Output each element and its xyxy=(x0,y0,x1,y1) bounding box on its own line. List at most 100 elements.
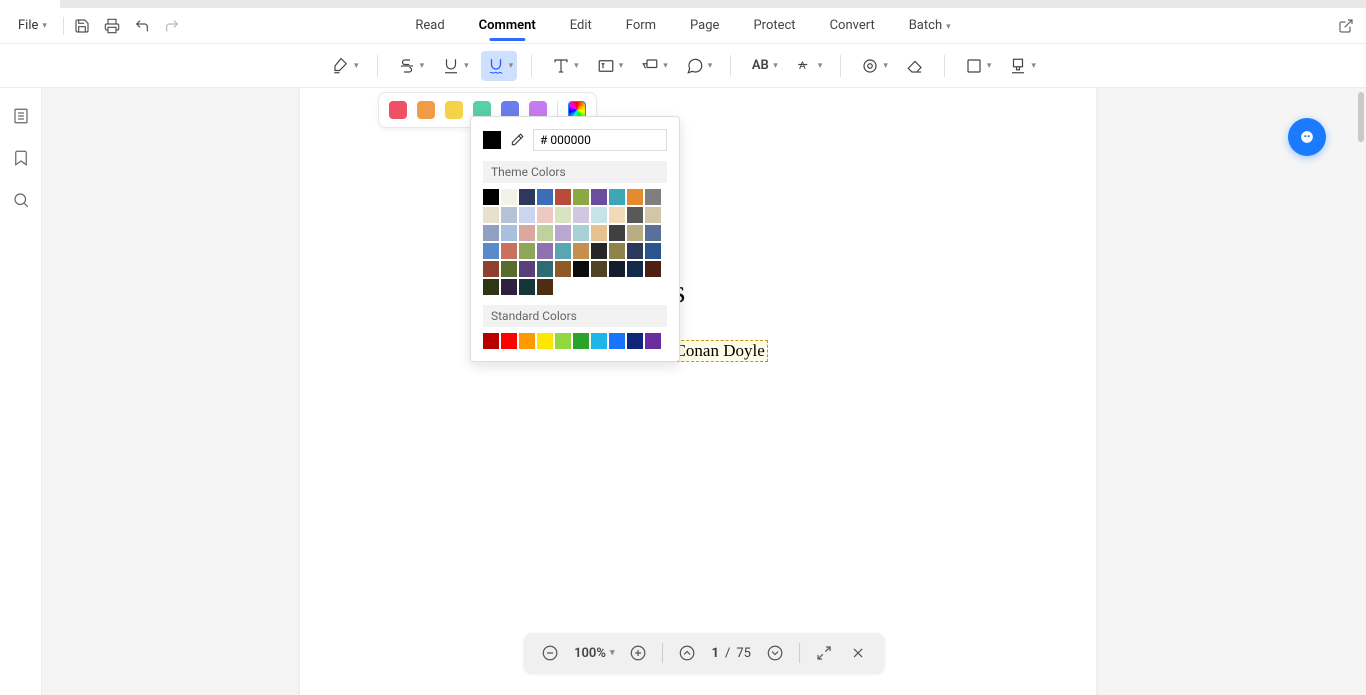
theme-color-swatch[interactable] xyxy=(591,243,607,259)
theme-color-swatch[interactable] xyxy=(609,261,625,277)
theme-color-swatch[interactable] xyxy=(501,261,517,277)
theme-color-swatch[interactable] xyxy=(645,207,661,223)
squiggly-underline-tool[interactable]: ▾ xyxy=(481,51,518,81)
thumbnails-icon[interactable] xyxy=(11,106,31,126)
theme-color-swatch[interactable] xyxy=(573,189,589,205)
standard-color-swatch[interactable] xyxy=(537,333,553,349)
textbox-tool[interactable]: ▾ xyxy=(591,51,628,81)
tab-protect[interactable]: Protect xyxy=(751,12,797,39)
theme-color-swatch[interactable] xyxy=(627,225,643,241)
eraser-tool[interactable] xyxy=(900,51,930,81)
vertical-scrollbar[interactable] xyxy=(1358,92,1364,142)
underline-tool[interactable]: ▾ xyxy=(436,51,473,81)
theme-color-swatch[interactable] xyxy=(483,243,499,259)
theme-color-swatch[interactable] xyxy=(573,243,589,259)
theme-color-swatch[interactable] xyxy=(537,279,553,295)
theme-color-swatch[interactable] xyxy=(537,207,553,223)
file-menu-button[interactable]: File ▾ xyxy=(12,14,53,37)
theme-color-swatch[interactable] xyxy=(483,225,499,241)
share-icon[interactable] xyxy=(1338,18,1354,34)
standard-color-swatch[interactable] xyxy=(483,333,499,349)
note-tool[interactable]: ▾ xyxy=(680,51,717,81)
standard-color-swatch[interactable] xyxy=(591,333,607,349)
theme-color-swatch[interactable] xyxy=(537,261,553,277)
zoom-in-icon[interactable] xyxy=(628,643,648,663)
theme-color-swatch[interactable] xyxy=(519,207,535,223)
hex-input[interactable]: # 000000 xyxy=(533,129,667,151)
theme-color-swatch[interactable] xyxy=(519,189,535,205)
theme-color-swatch[interactable] xyxy=(609,243,625,259)
theme-color-swatch[interactable] xyxy=(573,207,589,223)
theme-color-swatch[interactable] xyxy=(555,207,571,223)
theme-color-swatch[interactable] xyxy=(591,207,607,223)
tab-read[interactable]: Read xyxy=(413,12,446,39)
theme-color-swatch[interactable] xyxy=(501,225,517,241)
theme-color-swatch[interactable] xyxy=(555,225,571,241)
zoom-out-icon[interactable] xyxy=(540,643,560,663)
highlight-tool[interactable]: ▾ xyxy=(326,51,363,81)
theme-color-swatch[interactable] xyxy=(609,207,625,223)
theme-color-swatch[interactable] xyxy=(645,225,661,241)
theme-color-swatch[interactable] xyxy=(609,189,625,205)
page-indicator[interactable]: 1 / 75 xyxy=(711,646,750,661)
theme-color-swatch[interactable] xyxy=(519,225,535,241)
standard-color-swatch[interactable] xyxy=(555,333,571,349)
insert-text-tool[interactable]: AB▾ xyxy=(745,51,782,81)
theme-color-swatch[interactable] xyxy=(591,189,607,205)
theme-color-swatch[interactable] xyxy=(483,279,499,295)
theme-color-swatch[interactable] xyxy=(483,261,499,277)
standard-color-swatch[interactable] xyxy=(627,333,643,349)
theme-color-swatch[interactable] xyxy=(591,225,607,241)
standard-color-swatch[interactable] xyxy=(501,333,517,349)
quick-color-swatch[interactable] xyxy=(389,101,407,119)
theme-color-swatch[interactable] xyxy=(609,225,625,241)
document-canvas[interactable]: the Baskervilles Arthur Conan Doyle 100%… xyxy=(42,88,1366,695)
theme-color-swatch[interactable] xyxy=(573,225,589,241)
tab-comment[interactable]: Comment xyxy=(477,12,538,39)
search-icon[interactable] xyxy=(11,190,31,210)
save-icon[interactable] xyxy=(74,18,90,34)
theme-color-swatch[interactable] xyxy=(483,207,499,223)
prev-page-icon[interactable] xyxy=(677,643,697,663)
ai-assistant-button[interactable] xyxy=(1288,118,1326,156)
theme-color-swatch[interactable] xyxy=(483,189,499,205)
tab-form[interactable]: Form xyxy=(624,12,658,39)
quick-color-swatch[interactable] xyxy=(445,101,463,119)
theme-color-swatch[interactable] xyxy=(501,207,517,223)
text-tool[interactable]: ▾ xyxy=(546,51,583,81)
close-icon[interactable] xyxy=(848,643,868,663)
theme-color-swatch[interactable] xyxy=(573,261,589,277)
undo-icon[interactable] xyxy=(134,18,150,34)
theme-color-swatch[interactable] xyxy=(591,261,607,277)
theme-color-swatch[interactable] xyxy=(537,243,553,259)
theme-color-swatch[interactable] xyxy=(501,279,517,295)
theme-color-swatch[interactable] xyxy=(627,261,643,277)
eyedropper-icon[interactable] xyxy=(509,132,525,148)
theme-color-swatch[interactable] xyxy=(519,261,535,277)
theme-color-swatch[interactable] xyxy=(555,243,571,259)
theme-color-swatch[interactable] xyxy=(627,243,643,259)
tab-convert[interactable]: Convert xyxy=(828,12,877,39)
theme-color-swatch[interactable] xyxy=(537,225,553,241)
bookmark-icon[interactable] xyxy=(11,148,31,168)
tab-page[interactable]: Page xyxy=(688,12,721,39)
theme-color-swatch[interactable] xyxy=(627,189,643,205)
standard-color-swatch[interactable] xyxy=(609,333,625,349)
theme-color-swatch[interactable] xyxy=(645,189,661,205)
redo-icon[interactable] xyxy=(164,18,180,34)
theme-color-swatch[interactable] xyxy=(645,261,661,277)
replace-text-tool[interactable]: A▾ xyxy=(790,51,827,81)
standard-color-swatch[interactable] xyxy=(519,333,535,349)
strikethrough-tool[interactable]: ▾ xyxy=(392,51,429,81)
theme-color-swatch[interactable] xyxy=(501,243,517,259)
shapes-tool[interactable]: ▾ xyxy=(959,51,996,81)
print-icon[interactable] xyxy=(104,18,120,34)
stamp-tool[interactable]: ▾ xyxy=(855,51,892,81)
theme-color-swatch[interactable] xyxy=(645,243,661,259)
signature-tool[interactable]: ▾ xyxy=(1003,51,1040,81)
theme-color-swatch[interactable] xyxy=(555,261,571,277)
quick-color-swatch[interactable] xyxy=(417,101,435,119)
zoom-level[interactable]: 100%▾ xyxy=(574,646,614,661)
standard-color-swatch[interactable] xyxy=(573,333,589,349)
fullscreen-icon[interactable] xyxy=(814,643,834,663)
